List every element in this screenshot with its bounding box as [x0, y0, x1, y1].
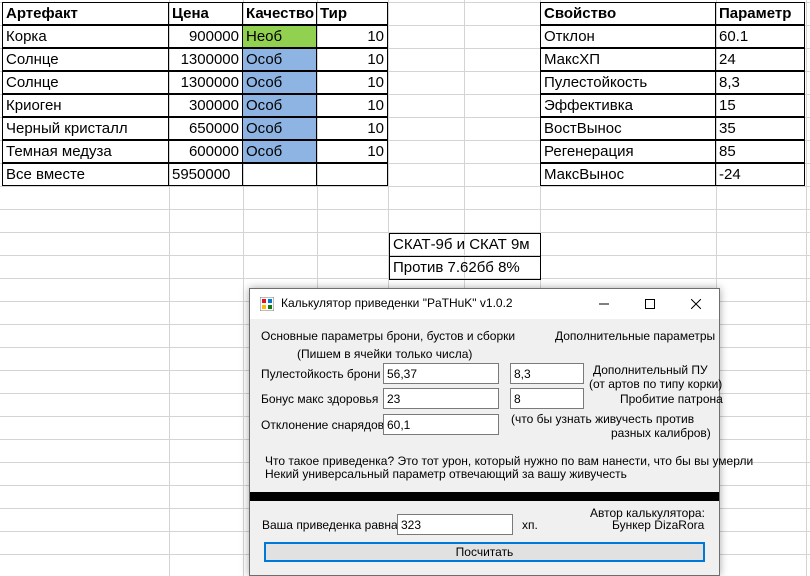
- property-name-cell[interactable]: Пулестойкость: [540, 71, 716, 94]
- calculate-button[interactable]: Посчитать: [264, 542, 705, 562]
- author-name: Бункер DizaRora: [612, 518, 705, 532]
- separator-bar: [250, 492, 719, 501]
- property-value-cell[interactable]: 8,3: [715, 71, 805, 94]
- result-unit: хп.: [522, 518, 538, 532]
- artifact-quality-cell[interactable]: Необ: [242, 25, 317, 48]
- minimize-icon: [599, 303, 609, 305]
- header-artifact[interactable]: Артефакт: [2, 2, 169, 25]
- artifact-price-cell[interactable]: 650000: [168, 117, 243, 140]
- artifact-price-cell[interactable]: 1300000: [168, 71, 243, 94]
- artifact-name-cell[interactable]: Корка: [2, 25, 169, 48]
- total-price-cell[interactable]: 5950000: [168, 163, 243, 186]
- extra-pu-hint: (от артов по типу корки): [589, 377, 723, 391]
- pierce-note-2: разных калибров): [611, 426, 711, 440]
- artifact-tier-cell[interactable]: 10: [316, 94, 388, 117]
- pierce-input[interactable]: [510, 388, 584, 409]
- spread-input[interactable]: [383, 414, 499, 435]
- artifact-name-cell[interactable]: Темная медуза: [2, 140, 169, 163]
- artifact-name-cell[interactable]: Криоген: [2, 94, 169, 117]
- hp-input[interactable]: [383, 388, 499, 409]
- header-price[interactable]: Цена: [168, 2, 243, 25]
- spread-label: Отклонение снарядов: [261, 418, 385, 432]
- artifact-name-cell[interactable]: Солнце: [2, 71, 169, 94]
- property-name-cell[interactable]: Отклон: [540, 25, 716, 48]
- property-value-cell[interactable]: 15: [715, 94, 805, 117]
- artifact-tier-cell[interactable]: 10: [316, 25, 388, 48]
- empty-cell[interactable]: [316, 163, 388, 186]
- property-value-cell[interactable]: -24: [715, 163, 805, 186]
- artifact-quality-cell[interactable]: Особ: [242, 48, 317, 71]
- maximize-button[interactable]: [627, 289, 673, 319]
- property-name-cell[interactable]: ВостВынос: [540, 117, 716, 140]
- minimize-button[interactable]: [581, 289, 627, 319]
- armor-input[interactable]: [383, 363, 499, 384]
- property-name-cell[interactable]: МаксХП: [540, 48, 716, 71]
- header-tier[interactable]: Тир: [316, 2, 388, 25]
- explain-text-2: Некий универсальный параметр отвечающий …: [265, 467, 627, 481]
- header-quality[interactable]: Качество: [242, 2, 317, 25]
- window-title: Калькулятор приведенки "PaTHuK" v1.0.2: [281, 296, 513, 310]
- header-parameter[interactable]: Параметр: [715, 2, 805, 25]
- title-bar[interactable]: Калькулятор приведенки "PaTHuK" v1.0.2: [250, 289, 719, 319]
- note-cell[interactable]: Против 7.62бб 8%: [389, 256, 541, 280]
- artifact-quality-cell[interactable]: Особ: [242, 117, 317, 140]
- note-cell[interactable]: СКАТ-9б и СКАТ 9м: [389, 233, 541, 257]
- result-label: Ваша приведенка равна:: [262, 518, 402, 532]
- header-property[interactable]: Свойство: [540, 2, 716, 25]
- property-name-cell[interactable]: Регенерация: [540, 140, 716, 163]
- grid-line: [806, 0, 807, 576]
- artifact-tier-cell[interactable]: 10: [316, 140, 388, 163]
- artifact-price-cell[interactable]: 1300000: [168, 48, 243, 71]
- extra-pu-label: Дополнительный ПУ: [593, 363, 708, 377]
- result-output[interactable]: [397, 514, 513, 535]
- total-label-cell[interactable]: Все вместе: [2, 163, 169, 186]
- maximize-icon: [645, 299, 655, 310]
- artifact-price-cell[interactable]: 300000: [168, 94, 243, 117]
- artifact-price-cell[interactable]: 900000: [168, 25, 243, 48]
- property-value-cell[interactable]: 85: [715, 140, 805, 163]
- property-value-cell[interactable]: 24: [715, 48, 805, 71]
- hp-label: Бонус макс здоровья: [261, 392, 379, 406]
- section-extra-label: Дополнительные параметры: [555, 329, 716, 343]
- close-icon: [690, 298, 702, 310]
- property-value-cell[interactable]: 35: [715, 117, 805, 140]
- section-main-label: Основные параметры брони, бустов и сборк…: [261, 329, 516, 343]
- artifact-quality-cell[interactable]: Особ: [242, 71, 317, 94]
- artifact-tier-cell[interactable]: 10: [316, 48, 388, 71]
- property-value-cell[interactable]: 60.1: [715, 25, 805, 48]
- explain-text: Что такое приведенка? Это тот урон, кото…: [265, 454, 754, 468]
- grid-line: [0, 209, 810, 210]
- grid-line: [0, 186, 810, 187]
- calculator-window: Калькулятор приведенки "PaTHuK" v1.0.2 О…: [249, 288, 753, 576]
- artifact-quality-cell[interactable]: Особ: [242, 94, 317, 117]
- artifact-price-cell[interactable]: 600000: [168, 140, 243, 163]
- pierce-label: Пробитие патрона: [620, 392, 723, 406]
- property-name-cell[interactable]: Эффективка: [540, 94, 716, 117]
- extra-pu-input[interactable]: [510, 363, 584, 384]
- artifact-tier-cell[interactable]: 10: [316, 71, 388, 94]
- armor-label: Пулестойкость брони: [261, 367, 381, 381]
- section-hint-label: (Пишем в ячейки только числа): [297, 347, 473, 361]
- artifact-name-cell[interactable]: Черный кристалл: [2, 117, 169, 140]
- close-button[interactable]: [673, 289, 719, 319]
- artifact-quality-cell[interactable]: Особ: [242, 140, 317, 163]
- app-icon: [260, 297, 274, 311]
- artifact-tier-cell[interactable]: 10: [316, 117, 388, 140]
- pierce-note: (что бы узнать живучесть против: [511, 412, 695, 426]
- property-name-cell[interactable]: МаксВынос: [540, 163, 716, 186]
- artifact-name-cell[interactable]: Солнце: [2, 48, 169, 71]
- empty-cell[interactable]: [242, 163, 317, 186]
